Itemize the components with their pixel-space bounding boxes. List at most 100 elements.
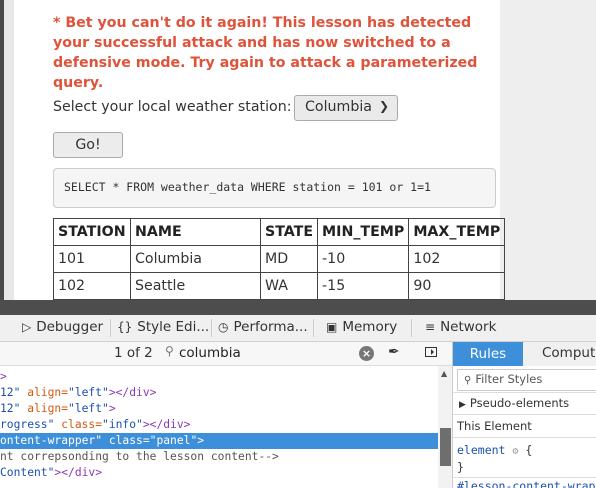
tab-divider (211, 319, 212, 337)
debugger-icon: ▷ (22, 320, 32, 334)
chevron-down-icon: ❯ (378, 99, 389, 113)
page-margin (500, 0, 596, 300)
divider (453, 437, 596, 438)
tab-style-editor[interactable]: {} Style Edi... (117, 319, 209, 335)
column-header: MIN_TEMP (317, 218, 410, 246)
scroll-up-icon[interactable]: ▲ (441, 369, 447, 378)
table-cell: 102 (408, 245, 506, 273)
tab-memory[interactable]: ▣ Memory (326, 319, 397, 335)
memory-icon: ▣ (326, 320, 338, 334)
markup-text: 12" (0, 386, 21, 399)
table-cell: -15 (317, 272, 410, 300)
rules-sidebar: Rules Compute ⚲Filter Styles ▶Pseudo-ele… (452, 342, 596, 488)
column-header: NAME (130, 218, 261, 246)
markup-text: Content" (0, 466, 55, 479)
clear-search-icon[interactable]: × (359, 346, 374, 361)
markup-text: class= (54, 418, 103, 431)
tab-label: Debugger (36, 319, 104, 335)
performance-icon: ◷ (218, 320, 229, 334)
filter-styles-input[interactable]: ⚲ Filter Styles (457, 369, 596, 391)
markup-text: > (108, 402, 116, 415)
markup-text: rogress" (0, 418, 55, 431)
tab-divider (110, 319, 111, 337)
devtools-tabbar: ▷ Debugger {} Style Edi... ◷ Performa... ▣ M… (0, 315, 596, 342)
markup-line[interactable]: rogress" class="info"></div> (0, 417, 438, 433)
sidebar-tabs: Rules Compute (453, 342, 596, 366)
markup-text: 12" (0, 402, 21, 415)
defensive-mode-warning: * Bet you can't do it again! This lesson… (53, 15, 478, 91)
go-button[interactable]: Go! (53, 132, 123, 158)
markup-line-selected[interactable]: ontent-wrapper" class="panel"> (0, 433, 438, 449)
pseudo-elements-label: Pseudo-elements (469, 396, 570, 410)
table-row: 101 Columbia MD -10 102 (53, 245, 506, 273)
markup-line[interactable]: 12" align="left"> (0, 401, 438, 417)
table-cell: WA (259, 272, 319, 300)
sql-query-display: SELECT * FROM weather_data WHERE station… (53, 168, 496, 208)
rule-gear-icon[interactable]: ⚙ (512, 446, 518, 457)
table-cell: MD (259, 245, 319, 273)
markup-line[interactable]: nt correpsonding to the lesson content--… (0, 449, 438, 465)
tab-divider (411, 319, 412, 337)
search-result-count: 1 of 2 (114, 345, 153, 361)
markup-line[interactable]: Content"></div> (0, 465, 438, 481)
filter-placeholder: Filter Styles (475, 372, 543, 386)
markup-scrollbar[interactable] (438, 366, 452, 488)
markup-text: > (0, 370, 7, 383)
markup-view: > 12" align="left"></div> 12" align="lef… (0, 366, 438, 488)
search-input-value: columbia (179, 345, 241, 361)
divider (453, 392, 596, 393)
tab-performance[interactable]: ◷ Performa... (218, 319, 308, 335)
next-rule-selector[interactable]: #lesson-content-wrap (457, 479, 595, 488)
tab-debugger[interactable]: ▷ Debugger (22, 319, 103, 335)
tab-label: Style Edi... (137, 319, 210, 335)
table-cell: 101 (53, 245, 131, 273)
table-cell: -10 (317, 245, 410, 273)
column-header: MAX_TEMP (408, 218, 506, 246)
markup-text: > (197, 434, 205, 447)
markup-text: class= (102, 434, 150, 447)
weather-table: STATION NAME STATE MIN_TEMP MAX_TEMP 101… (53, 218, 506, 300)
station-select-label: Select your local weather station: (53, 99, 292, 115)
tab-rules[interactable]: Rules (453, 342, 523, 366)
search-icon: ⚲ (165, 344, 174, 358)
tab-label: Network (440, 319, 497, 335)
scrollbar-thumb[interactable] (440, 428, 451, 466)
markup-comment: nt correpsonding to the lesson content--… (0, 450, 279, 463)
expand-arrow-icon: ▶ (459, 400, 466, 410)
markup-line[interactable]: > (0, 369, 438, 385)
pseudo-elements-toggle[interactable]: ▶ Pseudo-elements (459, 396, 569, 410)
devtools-splitter[interactable] (0, 300, 596, 315)
filter-icon: ⚲ (464, 375, 472, 386)
markup-text: ></div> (108, 386, 157, 399)
station-select-value: Columbia (305, 99, 372, 115)
network-icon: ≡ (425, 320, 436, 334)
style-editor-icon: {} (117, 320, 133, 334)
table-cell: 90 (408, 272, 506, 300)
sidebar-gutter (4, 0, 14, 300)
markup-text: ></div> (142, 418, 191, 431)
divider (453, 477, 596, 478)
rule-open-brace: { (525, 443, 533, 457)
tab-divider (313, 319, 314, 337)
markup-search-input[interactable]: ⚲ columbia × (160, 343, 382, 364)
this-element-header: This Element (457, 419, 532, 433)
markup-text: ></div> (54, 466, 103, 479)
table-cell: Columbia (130, 245, 261, 273)
toggle-sidebar-icon[interactable] (425, 347, 437, 357)
markup-search-bar: 1 of 2 ⚲ columbia × ✒ (0, 342, 452, 366)
tab-network[interactable]: ≡ Network (425, 319, 496, 335)
column-header: STATE (259, 218, 319, 246)
markup-text: "panel" (149, 434, 198, 447)
station-select[interactable]: Columbia ❯ (294, 95, 398, 121)
element-rule[interactable]: element ⚙ { (457, 443, 532, 457)
markup-text: "info" (102, 418, 143, 431)
tab-label: Performa... (233, 319, 308, 335)
tab-label: Memory (342, 319, 398, 335)
markup-text: align= (20, 402, 69, 415)
eyedropper-icon[interactable]: ✒ (388, 344, 400, 360)
markup-line[interactable]: 12" align="left"></div> (0, 385, 438, 401)
markup-text: "left" (68, 402, 109, 415)
tab-computed[interactable]: Compute (542, 345, 596, 361)
webgoat-page: * Bet you can't do it again! This lesson… (0, 0, 596, 300)
table-cell: Seattle (130, 272, 261, 300)
